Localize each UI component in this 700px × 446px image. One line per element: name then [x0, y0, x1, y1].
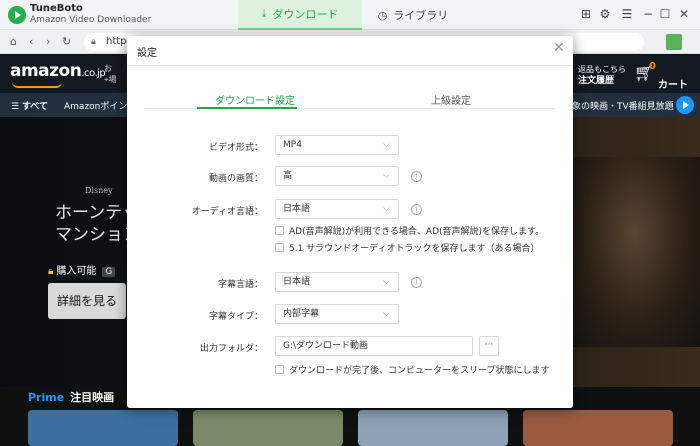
lock-icon: 🔒︎	[91, 37, 96, 47]
divider	[127, 65, 573, 66]
back-icon[interactable]: ‹	[29, 35, 33, 49]
browse-folder-button[interactable]: ···	[479, 336, 499, 356]
maximize-icon[interactable]: ☐	[658, 7, 672, 21]
ad-audio-checkbox[interactable]	[275, 226, 284, 235]
grid-icon[interactable]: ⊞	[579, 7, 593, 21]
reload-icon[interactable]: ↻	[62, 35, 71, 49]
buy-label: 購入可能	[56, 266, 97, 277]
video-quality-value: 高	[283, 171, 293, 181]
prime-label: Prime	[28, 391, 65, 404]
clock-icon: ◷	[377, 8, 388, 22]
movie-thumbnail[interactable]	[28, 410, 178, 446]
gear-icon[interactable]: ⚙	[598, 7, 612, 21]
sleep-checkbox[interactable]	[275, 365, 284, 374]
video-format-value: MP4	[283, 140, 302, 150]
info-icon[interactable]: i	[411, 171, 422, 182]
lock-icon: 🔒︎	[48, 266, 54, 277]
nav-points[interactable]: Amazonポイント	[64, 99, 136, 112]
output-folder-label: 出力フォルダ：	[199, 344, 263, 354]
chevron-down-icon: ⌵	[383, 309, 390, 319]
orders-link[interactable]: 返品もこちら 注文履歴	[578, 64, 626, 87]
extension-icon[interactable]	[666, 34, 682, 50]
subtitle-type-value: 内部字幕	[283, 309, 320, 319]
chevron-down-icon: ⌵	[383, 171, 390, 181]
audio-language-label: オーディオ言語：	[191, 207, 263, 217]
tab-download[interactable]: ⤓ ダウンロード	[238, 0, 362, 30]
output-folder-input[interactable]: G:\ダウンロード動画	[275, 336, 473, 356]
settings-dialog: 設定 ✕ ダウンロード設定 上級設定 ビデオ形式： MP4 ⌵ 動画の画質： 高…	[127, 36, 573, 408]
info-icon[interactable]: i	[411, 204, 422, 215]
rating-badge: G	[102, 267, 116, 277]
surround-audio-label: 5.1 サラウンドオーディオトラックを保存します（ある場合）	[289, 244, 540, 254]
cart-label: カート	[658, 80, 688, 91]
video-format-select[interactable]: MP4 ⌵	[275, 135, 399, 155]
cart-button[interactable]: 🛒︎ 0 カート	[634, 61, 688, 91]
subtitle-language-value: 日本語	[283, 277, 311, 287]
tab-library[interactable]: ◷ ライブラリ	[368, 0, 458, 30]
app-name: TuneBoto	[30, 3, 83, 14]
home-icon[interactable]: ⌂	[10, 35, 17, 49]
tab-download-settings[interactable]: ダウンロード設定	[215, 92, 295, 107]
download-icon: ⤓	[261, 7, 267, 20]
amazon-smile-icon	[12, 82, 62, 88]
minimize-icon[interactable]: −	[641, 7, 655, 21]
deliver-line2: ⌖場	[104, 74, 117, 85]
tab-library-label: ライブラリ	[393, 9, 449, 22]
menu-icon[interactable]: ☰	[620, 7, 634, 21]
ad-audio-label: AD(音声解説)が利用できる場合、AD(音声解説)を保存します。	[289, 227, 545, 237]
movie-thumbnail[interactable]	[358, 410, 508, 446]
cart-count: 0	[649, 61, 656, 72]
tab-advanced-settings[interactable]: 上級設定	[431, 92, 471, 107]
subtitle-language-label: 字幕言語：	[217, 280, 263, 290]
nav-promo[interactable]: 象の映画・TV番組見放題	[572, 99, 674, 112]
video-format-label: ビデオ形式：	[208, 143, 263, 153]
video-quality-label: 動画の画質：	[208, 174, 263, 184]
surround-audio-checkbox[interactable]	[275, 243, 284, 252]
movie-thumbnail[interactable]	[193, 410, 343, 446]
orders-line2: 注文履歴	[578, 76, 615, 86]
hamburger-icon: ☰	[11, 102, 22, 112]
audio-language-value: 日本語	[283, 204, 311, 214]
amazon-logo-suffix: .co.jp	[81, 68, 106, 79]
section-title: 注目映画	[70, 391, 115, 404]
chevron-down-icon: ⌵	[383, 204, 390, 214]
dialog-title: 設定	[137, 48, 157, 59]
close-icon[interactable]: ✕	[553, 41, 565, 55]
info-icon[interactable]: i	[411, 277, 422, 288]
hero-artwork	[570, 157, 700, 347]
nav-all[interactable]: ☰ すべて	[11, 99, 48, 112]
tuneboto-logo-icon	[8, 6, 26, 24]
sleep-label: ダウンロードが完了後、コンピューターをスリープ状態にします	[289, 366, 550, 376]
amazon-logo-text: amazon	[10, 61, 82, 81]
prime-section-title: Prime 注目映画	[28, 389, 114, 405]
deliver-line2-text: 場	[108, 75, 117, 84]
app-subtitle: Amazon Video Downloader	[30, 15, 152, 25]
deliver-line1: お	[104, 64, 112, 73]
video-quality-select[interactable]: 高 ⌵	[275, 166, 399, 186]
movie-thumbnail[interactable]	[523, 410, 673, 446]
subtitle-type-select[interactable]: 内部字幕 ⌵	[275, 304, 399, 324]
chevron-down-icon: ⌵	[383, 140, 390, 150]
subtitle-language-select[interactable]: 日本語 ⌵	[275, 272, 399, 292]
audio-language-select[interactable]: 日本語 ⌵	[275, 199, 399, 219]
tab-download-label: ダウンロード	[272, 8, 339, 21]
details-button[interactable]: 詳細を見る	[48, 283, 126, 319]
active-tab-indicator	[197, 107, 297, 109]
chevron-down-icon: ⌵	[383, 277, 390, 287]
close-icon[interactable]: ✕	[677, 7, 691, 21]
amazon-logo[interactable]: amazon.co.jp	[10, 61, 106, 88]
play-icon[interactable]	[676, 96, 694, 114]
orders-line1: 返品もこちら	[578, 65, 626, 74]
nav-all-label: すべて	[21, 102, 48, 112]
subtitle-type-label: 字幕タイプ：	[208, 312, 263, 322]
app-titlebar: TuneBoto Amazon Video Downloader ⤓ ダウンロー…	[0, 0, 700, 30]
forward-icon[interactable]: ›	[46, 35, 50, 49]
buy-status: 🔒︎ 購入可能 G	[48, 262, 116, 277]
deliver-to[interactable]: お ⌖場	[104, 63, 117, 85]
